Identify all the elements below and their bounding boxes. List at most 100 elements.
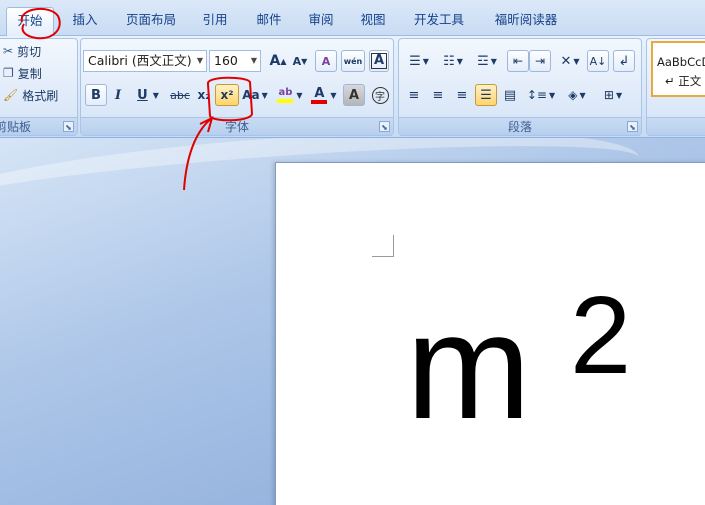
- copy-button[interactable]: ❐ 复制: [3, 63, 42, 83]
- superscript-formula[interactable]: m 2: [406, 281, 631, 442]
- scissors-icon: ✂: [3, 44, 14, 58]
- font-size-combo[interactable]: 160 ▼: [209, 50, 261, 72]
- tab-view[interactable]: 视图: [350, 7, 396, 36]
- character-border-button[interactable]: A: [369, 50, 389, 72]
- copy-label: 复制: [17, 66, 42, 81]
- line-spacing-icon: ↕≡: [526, 88, 547, 102]
- style-normal-tile[interactable]: AaBbCcD ↵ 正文: [651, 41, 705, 97]
- margin-corner-mark: [372, 235, 394, 257]
- dropdown-arrow-icon: ▼: [330, 90, 337, 100]
- tab-insert[interactable]: 插入: [62, 7, 108, 36]
- shrink-font-icon: A: [292, 54, 302, 68]
- dropdown-arrow-icon: ▼: [250, 56, 258, 65]
- dropdown-arrow-icon: ▼: [261, 90, 268, 100]
- strikethrough-button[interactable]: abc: [167, 84, 193, 106]
- paint-bucket-icon: ◈: [568, 88, 578, 102]
- sort-button[interactable]: A↓: [587, 50, 609, 72]
- character-shading-button[interactable]: A: [343, 84, 365, 106]
- format-painter-label: 格式刷: [22, 88, 59, 103]
- numbering-icon: ☷: [443, 53, 455, 69]
- superscript-button[interactable]: x²: [215, 84, 239, 106]
- change-case-button[interactable]: Aa ▼: [241, 84, 269, 106]
- bold-icon: B: [91, 87, 101, 103]
- cut-label: 剪切: [17, 44, 42, 59]
- multilevel-list-button[interactable]: ☲ ▼: [471, 50, 503, 72]
- cut-button[interactable]: ✂ 剪切: [3, 41, 41, 61]
- chinese-layout-button[interactable]: ✕ ▼: [555, 50, 585, 72]
- dropdown-arrow-icon: ▼: [296, 90, 303, 100]
- font-color-button[interactable]: A ▼: [307, 84, 341, 106]
- tab-references[interactable]: 引用: [192, 7, 238, 36]
- shading-button[interactable]: ◈ ▼: [561, 84, 593, 106]
- format-painter-button[interactable]: 🖌 格式刷: [3, 85, 58, 105]
- character-border-icon: A: [370, 53, 388, 69]
- dropdown-arrow-icon: ▼: [196, 56, 204, 65]
- align-left-button[interactable]: ≡: [403, 84, 425, 106]
- numbering-button[interactable]: ☷ ▼: [437, 50, 469, 72]
- tab-page-layout[interactable]: 页面布局: [116, 7, 186, 36]
- formula-base: m: [406, 282, 531, 450]
- tab-home[interactable]: 开始: [6, 7, 54, 36]
- phonetic-guide-icon: wén: [343, 56, 363, 66]
- style-normal-label: ↵ 正文: [665, 74, 702, 88]
- brush-icon: 🖌: [3, 88, 19, 102]
- clipboard-group: ✂ 剪切 ❐ 复制 🖌 格式刷 剪贴板 ⬊: [0, 38, 78, 136]
- line-spacing-button[interactable]: ↕≡ ▼: [525, 84, 557, 106]
- tab-foxit-reader[interactable]: 福昕阅读器: [484, 7, 568, 36]
- document-page[interactable]: m 2: [275, 162, 705, 505]
- enclose-characters-button[interactable]: 字: [369, 84, 391, 106]
- justify-icon: ☰: [480, 87, 492, 103]
- justify-button[interactable]: ☰: [475, 84, 497, 106]
- copy-icon: ❐: [3, 66, 14, 80]
- superscript-icon: x²: [220, 88, 234, 102]
- align-right-button[interactable]: ≡: [451, 84, 473, 106]
- align-center-button[interactable]: ≡: [427, 84, 449, 106]
- bullets-icon: ☰: [409, 53, 421, 69]
- tab-developer[interactable]: 开发工具: [404, 7, 474, 36]
- enclose-characters-icon: 字: [371, 86, 389, 104]
- chinese-layout-icon: ✕: [560, 53, 572, 69]
- text-highlight-button[interactable]: ab ▼: [273, 84, 307, 106]
- align-right-icon: ≡: [456, 87, 468, 103]
- subscript-button[interactable]: x₂: [193, 84, 215, 106]
- align-left-icon: ≡: [408, 87, 420, 103]
- eraser-icon: A: [321, 54, 331, 68]
- underline-icon: U: [137, 87, 148, 103]
- ribbon-tab-bar: 开始 插入 页面布局 引用 邮件 审阅 视图 开发工具 福昕阅读器: [0, 0, 705, 36]
- grow-font-button[interactable]: A ▲: [267, 50, 289, 72]
- character-shading-icon: A: [348, 87, 360, 103]
- font-color-bar: [311, 99, 328, 104]
- dropdown-arrow-icon: ▼: [152, 90, 159, 100]
- bold-button[interactable]: B: [85, 84, 107, 106]
- multilevel-list-icon: ☲: [477, 53, 489, 69]
- decrease-indent-icon: ⇤: [512, 54, 524, 68]
- phonetic-guide-button[interactable]: wén: [341, 50, 365, 72]
- underline-button[interactable]: U ▼: [131, 84, 165, 106]
- font-group: Calibri (西文正文) ▼ 160 ▼ A ▲ A ▼ A wén A B I…: [80, 38, 394, 136]
- ribbon: ✂ 剪切 ❐ 复制 🖌 格式刷 剪贴板 ⬊ Calibri (西文正文) ▼ 1…: [0, 36, 705, 138]
- font-color-glyph: A: [314, 85, 325, 101]
- italic-button[interactable]: I: [107, 84, 129, 106]
- tab-mailings[interactable]: 邮件: [246, 7, 292, 36]
- shrink-font-button[interactable]: A ▼: [289, 50, 311, 72]
- align-center-icon: ≡: [432, 87, 444, 103]
- change-case-icon: Aa: [242, 88, 260, 102]
- font-name-combo[interactable]: Calibri (西文正文) ▼: [83, 50, 207, 72]
- clipboard-dialog-launcher[interactable]: ⬊: [63, 121, 74, 132]
- show-marks-button[interactable]: ↲: [613, 50, 635, 72]
- tab-review[interactable]: 审阅: [298, 7, 344, 36]
- borders-button[interactable]: ⊞ ▼: [597, 84, 629, 106]
- paragraph-group-label: 段落: [399, 117, 641, 135]
- styles-group-label: [647, 117, 705, 135]
- clear-formatting-button[interactable]: A: [315, 50, 337, 72]
- bullets-button[interactable]: ☰ ▼: [403, 50, 435, 72]
- decrease-indent-button[interactable]: ⇤: [507, 50, 529, 72]
- formula-exponent: 2: [570, 274, 632, 397]
- increase-indent-button[interactable]: ⇥: [529, 50, 551, 72]
- subscript-icon: x₂: [197, 88, 211, 102]
- highlighter-icon: ab: [277, 87, 294, 103]
- highlight-color-bar: [277, 98, 294, 103]
- distributed-button[interactable]: ▤: [499, 84, 521, 106]
- paragraph-dialog-launcher[interactable]: ⬊: [627, 121, 638, 132]
- font-dialog-launcher[interactable]: ⬊: [379, 121, 390, 132]
